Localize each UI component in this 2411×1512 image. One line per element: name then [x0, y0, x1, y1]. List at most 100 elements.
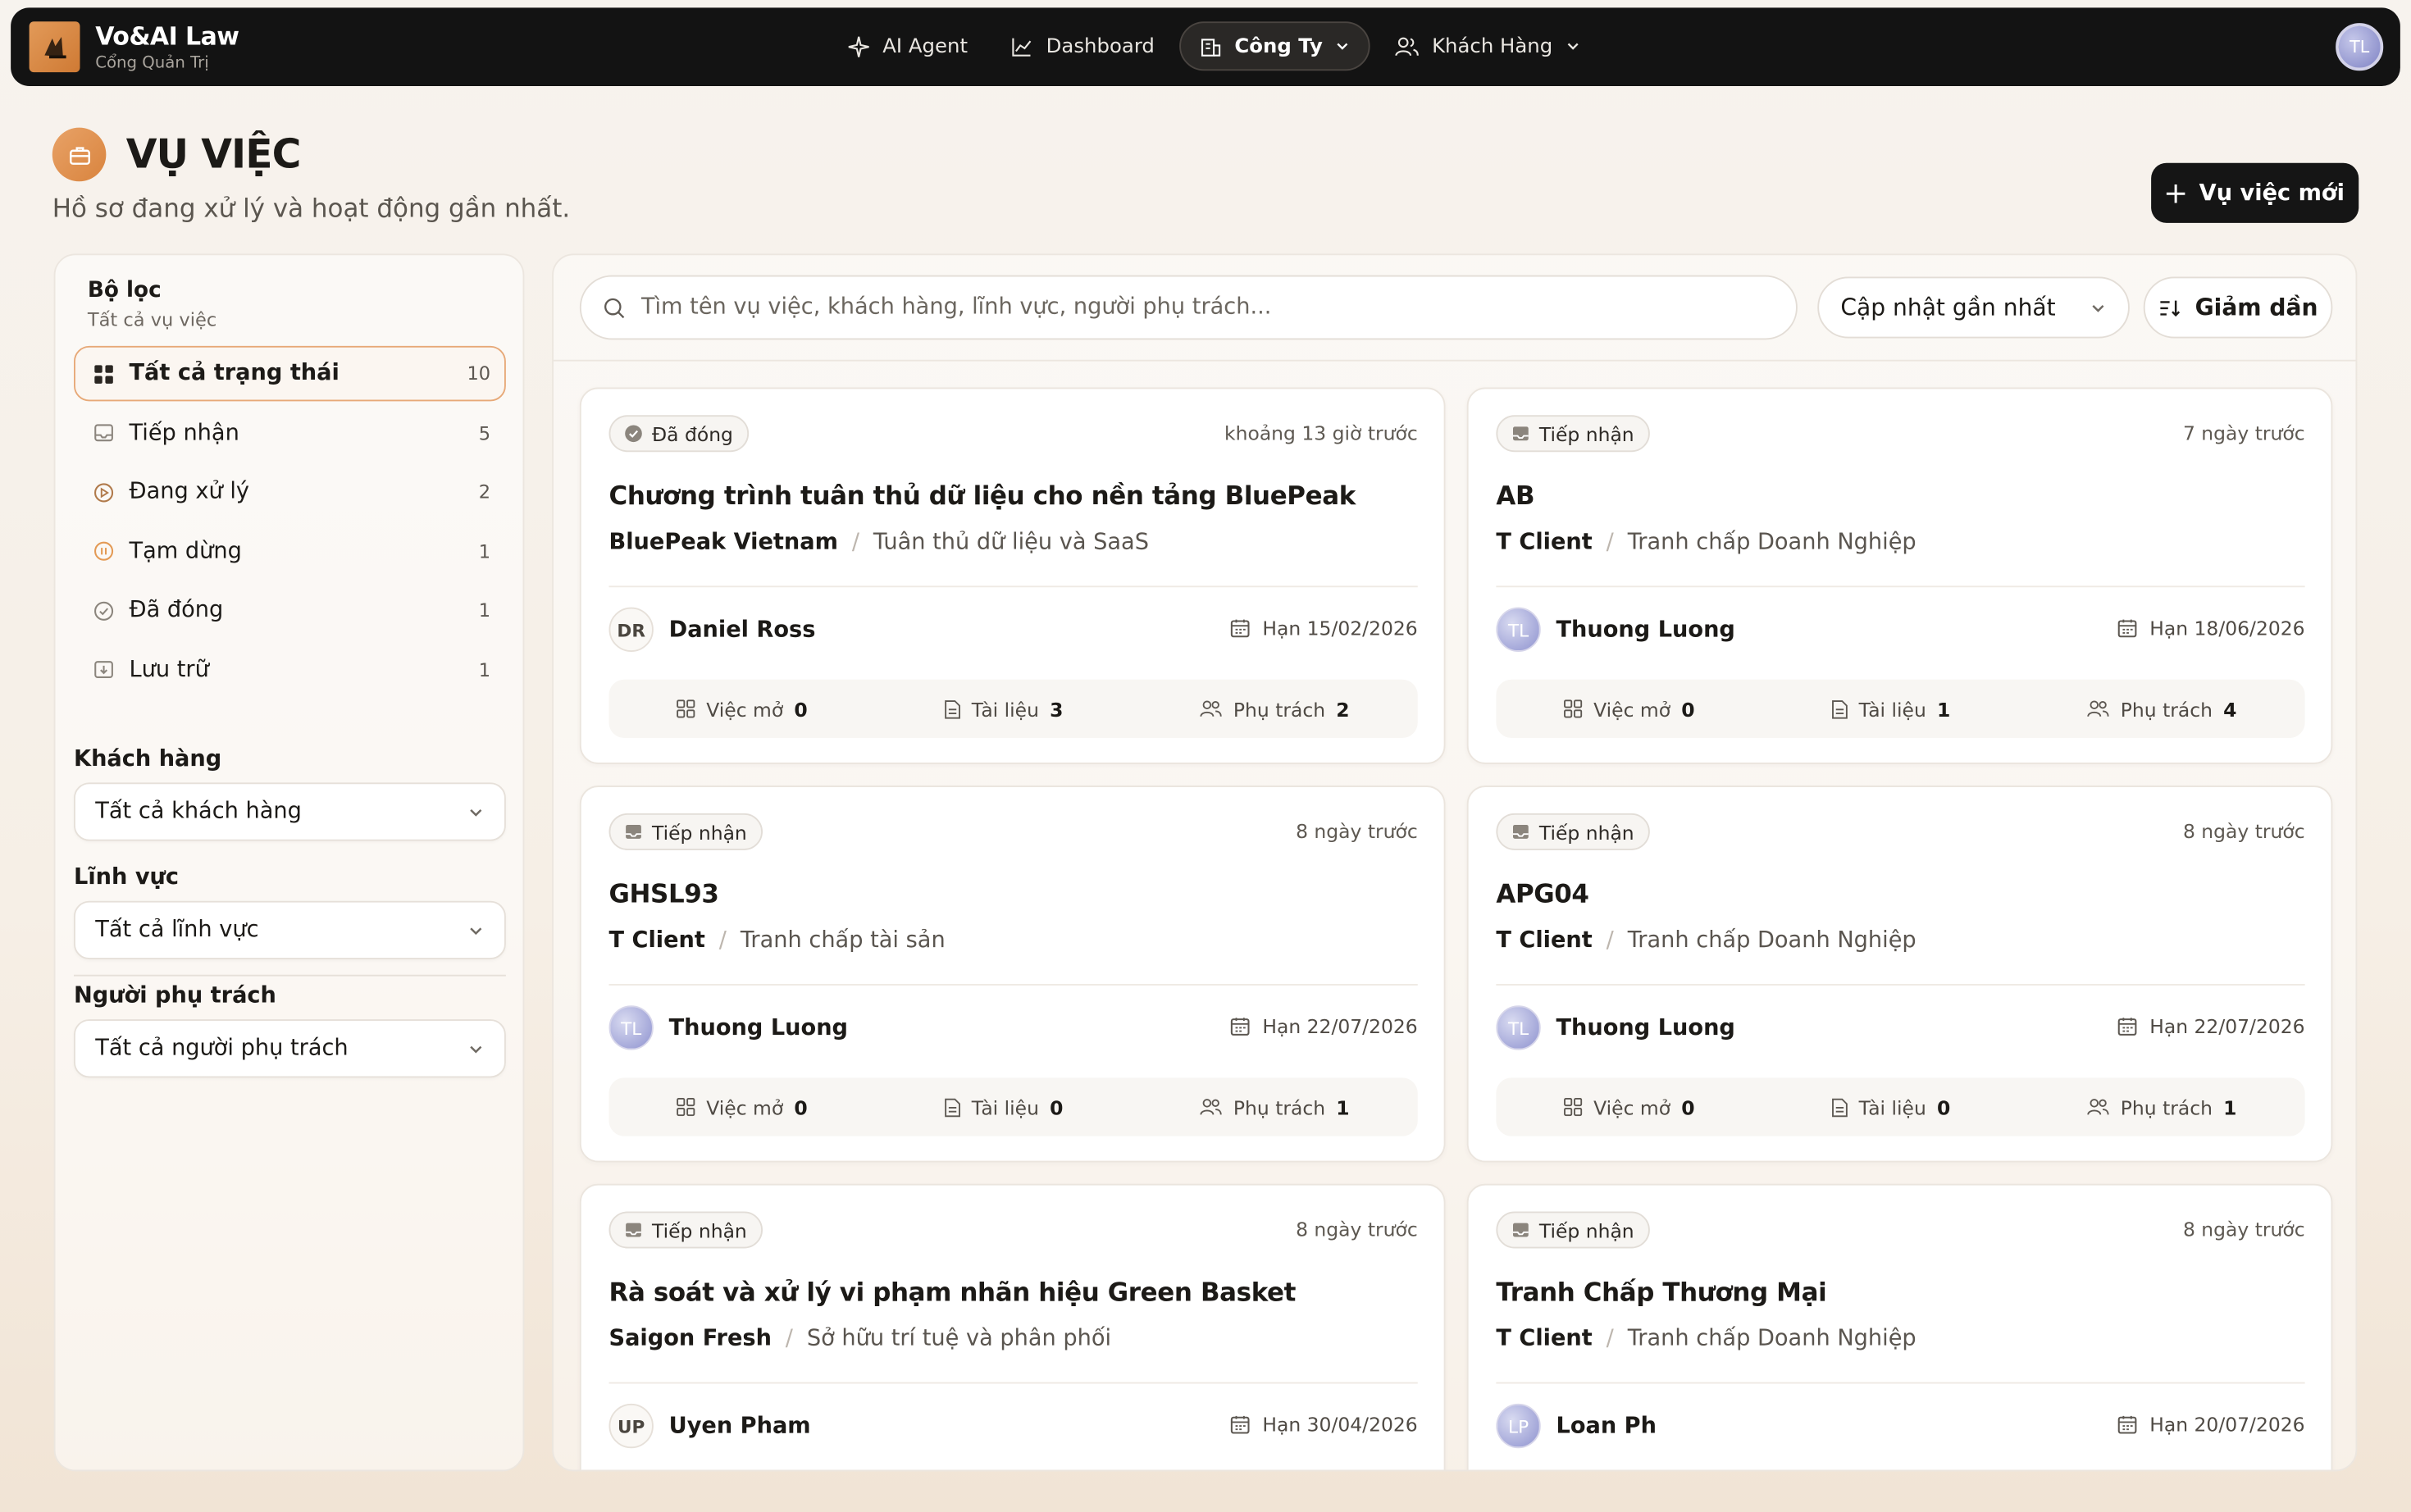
stat-open-tasks-label: Việc mở [1593, 1095, 1671, 1119]
nav-cong-ty[interactable]: Công Ty [1178, 21, 1371, 71]
sparkle-icon [848, 35, 869, 57]
building-icon [1201, 38, 1220, 56]
owner-name: Thuong Luong [1556, 617, 1735, 642]
client-select[interactable]: Tất cả khách hàng [74, 782, 506, 841]
inbox-icon [624, 1221, 643, 1240]
case-stats: Việc mở 0 Tài liệu 0 Phụ trách 1 [608, 1077, 1418, 1136]
case-field: Tuân thủ dữ liệu và SaaS [873, 530, 1149, 555]
status-tam-dung[interactable]: Tạm dừng 1 [74, 523, 506, 579]
calendar-icon [2117, 619, 2137, 638]
case-stats: Việc mở 0 Tài liệu 0 Phụ trách 1 [1496, 1077, 2305, 1136]
case-card[interactable]: Tiếp nhận 8 ngày trước APG04 T Client / … [1466, 786, 2333, 1163]
owner-name: Thuong Luong [668, 1015, 849, 1041]
divider [74, 974, 506, 977]
chevron-down-icon [470, 1045, 482, 1053]
stat-assignees-label: Phụ trách [1233, 697, 1326, 721]
stat-assignees-value: 2 [1336, 697, 1350, 721]
stat-assignees-value: 1 [2223, 1095, 2237, 1119]
chevron-down-icon [1567, 43, 1579, 50]
case-title[interactable]: Chương trình tuân thủ dữ liệu cho nền tả… [609, 481, 1356, 511]
case-title[interactable]: APG04 [1496, 880, 1589, 909]
status-badge: Tiếp nhận [608, 1211, 763, 1249]
filter-title: Bộ lọc [87, 278, 162, 303]
case-stats: Việc mở 0 Tài liệu 1 Phụ trách 4 [1496, 679, 2305, 738]
updated-time: 8 ngày trước [2182, 819, 2305, 843]
grid-icon [677, 699, 695, 718]
main-nav: AI Agent Dashboard Công Ty Khách Hàng [829, 21, 1599, 71]
case-card[interactable]: Tiếp nhận 7 ngày trước AB T Client / Tra… [1466, 387, 2333, 764]
status-all[interactable]: Tất cả trạng thái 10 [74, 345, 506, 402]
nav-khach-hang[interactable]: Khách Hàng [1377, 21, 1599, 71]
status-badge-label: Tiếp nhận [652, 820, 747, 844]
case-title[interactable]: Tranh Chấp Thương Mại [1496, 1277, 1826, 1307]
stat-assignees-label: Phụ trách [2120, 697, 2213, 721]
owner-avatar: TL [1496, 607, 1541, 652]
nav-ai-agent[interactable]: AI Agent [829, 21, 987, 71]
updated-time: 8 ngày trước [1296, 1218, 1418, 1241]
stat-open-tasks-value: 0 [1681, 1095, 1695, 1119]
status-dang-xu-ly[interactable]: Đang xử lý 2 [74, 464, 506, 520]
case-meta: T Client / Tranh chấp Doanh Nghiệp [1496, 929, 1916, 954]
new-case-button[interactable]: Vụ việc mới [2151, 162, 2359, 223]
status-da-dong[interactable]: Đã đóng 1 [74, 583, 506, 639]
case-field: Tranh chấp Doanh Nghiệp [1627, 928, 1916, 954]
search-box[interactable] [579, 275, 1798, 340]
status-count: 2 [478, 480, 491, 503]
status-luu-tru[interactable]: Lưu trữ 1 [74, 642, 506, 698]
sort-order-label: Giảm dần [2195, 294, 2318, 321]
case-card[interactable]: Tiếp nhận 8 ngày trước Rà soát và xử lý … [579, 1183, 1446, 1470]
search-input[interactable] [640, 295, 1775, 320]
case-card[interactable]: Tiếp nhận 8 ngày trước GHSL93 T Client /… [579, 786, 1446, 1163]
nav-khach-hang-label: Khách Hàng [1432, 34, 1553, 58]
case-title[interactable]: GHSL93 [609, 880, 719, 909]
case-owner: TL Thuong Luong [1496, 607, 1735, 652]
filter-subtitle: Tất cả vụ việc [87, 308, 217, 331]
filter-owner: Người phụ trách Tất cả người phụ trách [74, 984, 506, 1078]
case-meta: Saigon Fresh / Sở hữu trí tuệ và phân ph… [609, 1327, 1112, 1351]
brand-name: Vo&AI Law [95, 21, 239, 51]
document-icon [944, 1097, 960, 1117]
case-client: Saigon Fresh [608, 1327, 772, 1352]
status-badge: Đã đóng [608, 415, 749, 453]
nav-dashboard[interactable]: Dashboard [992, 21, 1173, 71]
status-list: Tất cả trạng thái 10 Tiếp nhận 5 Đang xử… [74, 345, 506, 701]
divider [608, 585, 1418, 588]
due-date: Hạn 30/04/2026 [1230, 1413, 1418, 1436]
stat-open-tasks: Việc mở 0 [1564, 1095, 1695, 1119]
user-avatar[interactable]: TL [2336, 23, 2384, 71]
case-owner: TL Thuong Luong [1496, 1005, 1735, 1050]
check-circle-icon [624, 425, 643, 444]
status-tiep-nhan[interactable]: Tiếp nhận 5 [74, 405, 506, 461]
stat-documents-value: 1 [1936, 697, 1951, 721]
status-badge-label: Tiếp nhận [1538, 820, 1634, 844]
case-title[interactable]: Rà soát và xử lý vi phạm nhãn hiệu Green… [609, 1277, 1297, 1307]
users-icon [1200, 700, 1222, 717]
sort-order-button[interactable]: Giảm dần [2143, 276, 2333, 339]
case-owner: LP Loan Ph [1496, 1403, 1657, 1449]
inbox-icon [1511, 1221, 1530, 1240]
status-label: Tất cả trạng thái [129, 361, 340, 386]
stat-assignees-value: 4 [2223, 697, 2237, 721]
chevron-down-icon [470, 927, 482, 935]
case-card[interactable]: Tiếp nhận 8 ngày trước Tranh Chấp Thương… [1466, 1183, 2333, 1470]
brand[interactable]: Vo&AI Law Cổng Quản Trị [29, 21, 239, 73]
field-select[interactable]: Tất cả lĩnh vực [74, 900, 506, 959]
due-date-text: Hạn 22/07/2026 [2149, 1014, 2305, 1038]
updated-time: khoảng 13 giờ trước [1224, 421, 1418, 444]
case-title[interactable]: AB [1496, 481, 1534, 511]
due-date-text: Hạn 22/07/2026 [1262, 1014, 1418, 1038]
stat-documents-value: 0 [1050, 1095, 1064, 1119]
owner-select[interactable]: Tất cả người phụ trách [74, 1019, 506, 1078]
pause-circle-icon [93, 540, 114, 562]
filter-field: Lĩnh vực Tất cả lĩnh vực [74, 866, 506, 959]
case-card[interactable]: Đã đóng khoảng 13 giờ trước Chương trình… [579, 387, 1446, 764]
due-date: Hạn 18/06/2026 [2117, 617, 2305, 640]
case-field: Tranh chấp tài sản [740, 928, 946, 954]
calendar-icon [1230, 1415, 1250, 1434]
briefcase-icon [52, 127, 107, 182]
chevron-down-icon [1337, 43, 1348, 50]
sort-select[interactable]: Cập nhật gần nhất [1817, 276, 2130, 339]
status-badge-label: Tiếp nhận [652, 1218, 747, 1242]
play-circle-icon [93, 481, 114, 503]
stat-open-tasks-label: Việc mở [706, 697, 784, 721]
